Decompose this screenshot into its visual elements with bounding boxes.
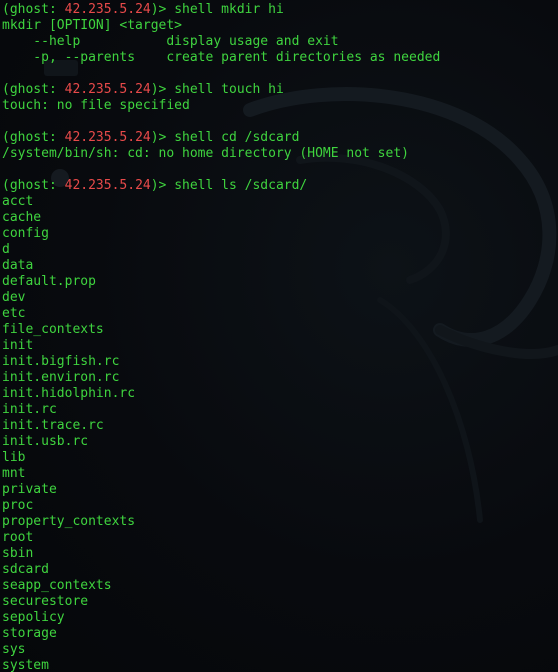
command-text: shell touch hi <box>174 82 284 97</box>
command-text: shell cd /sdcard <box>174 130 300 145</box>
output-line: init.rc <box>2 402 57 417</box>
output-line: securestore <box>2 594 89 609</box>
output-line: init.bigfish.rc <box>2 354 120 369</box>
prompt-suffix: )> <box>150 178 175 193</box>
output-line: touch: no file specified <box>2 98 190 113</box>
output-line: config <box>2 226 49 241</box>
prompt-ip-address: 42.235.5.24 <box>64 82 151 97</box>
prompt-ip-address: 42.235.5.24 <box>64 178 151 193</box>
output-line: -p, --parents create parent directories … <box>2 50 441 65</box>
output-line: sepolicy <box>2 610 65 625</box>
output-line: cache <box>2 210 42 225</box>
prompt-line: (ghost: 42.235.5.24)> shell mkdir hi <box>2 2 558 18</box>
terminal-window[interactable]: (ghost: 42.235.5.24)> shell mkdir hi mkdi… <box>0 0 558 672</box>
prompt-ip-address: 42.235.5.24 <box>64 130 151 145</box>
output-line: d <box>2 242 10 257</box>
output-line: dev <box>2 290 26 305</box>
command-text: shell mkdir hi <box>174 2 284 17</box>
output-line: acct <box>2 194 34 209</box>
prompt-prefix: (ghost: <box>2 82 65 97</box>
output-line: mkdir [OPTION] <target> <box>2 18 183 33</box>
output-line: private <box>2 482 57 497</box>
output-line: file_contexts <box>2 322 104 337</box>
output-line: mnt <box>2 466 26 481</box>
output-line: sbin <box>2 546 34 561</box>
command-text: shell ls /sdcard/ <box>174 178 308 193</box>
output-line: sys <box>2 642 26 657</box>
output-line: init.usb.rc <box>2 434 89 449</box>
prompt-line: (ghost: 42.235.5.24)> shell ls /sdcard/ <box>2 178 558 194</box>
prompt-prefix: (ghost: <box>2 2 65 17</box>
output-line: default.prop <box>2 274 96 289</box>
output-line: system <box>2 658 49 672</box>
output-line: init.trace.rc <box>2 418 104 433</box>
prompt-prefix: (ghost: <box>2 178 65 193</box>
output-line: lib <box>2 450 26 465</box>
output-line: init.environ.rc <box>2 370 120 385</box>
prompt-prefix: (ghost: <box>2 130 65 145</box>
prompt-suffix: )> <box>150 130 175 145</box>
terminal-output: (ghost: 42.235.5.24)> shell mkdir hi mkdi… <box>2 2 558 672</box>
output-line: root <box>2 530 34 545</box>
output-line: etc <box>2 306 26 321</box>
prompt-line: (ghost: 42.235.5.24)> shell cd /sdcard <box>2 130 558 146</box>
output-line: /system/bin/sh: cd: no home directory (H… <box>2 146 409 161</box>
prompt-suffix: )> <box>150 82 175 97</box>
prompt-ip-address: 42.235.5.24 <box>64 2 151 17</box>
output-line: seapp_contexts <box>2 578 112 593</box>
prompt-suffix: )> <box>150 2 175 17</box>
output-line: sdcard <box>2 562 49 577</box>
output-line: proc <box>2 498 34 513</box>
output-line: data <box>2 258 34 273</box>
output-line: init <box>2 338 34 353</box>
output-line: storage <box>2 626 57 641</box>
output-line: init.hidolphin.rc <box>2 386 136 401</box>
prompt-line: (ghost: 42.235.5.24)> shell touch hi <box>2 82 558 98</box>
output-line: --help display usage and exit <box>2 34 339 49</box>
output-line: property_contexts <box>2 514 136 529</box>
